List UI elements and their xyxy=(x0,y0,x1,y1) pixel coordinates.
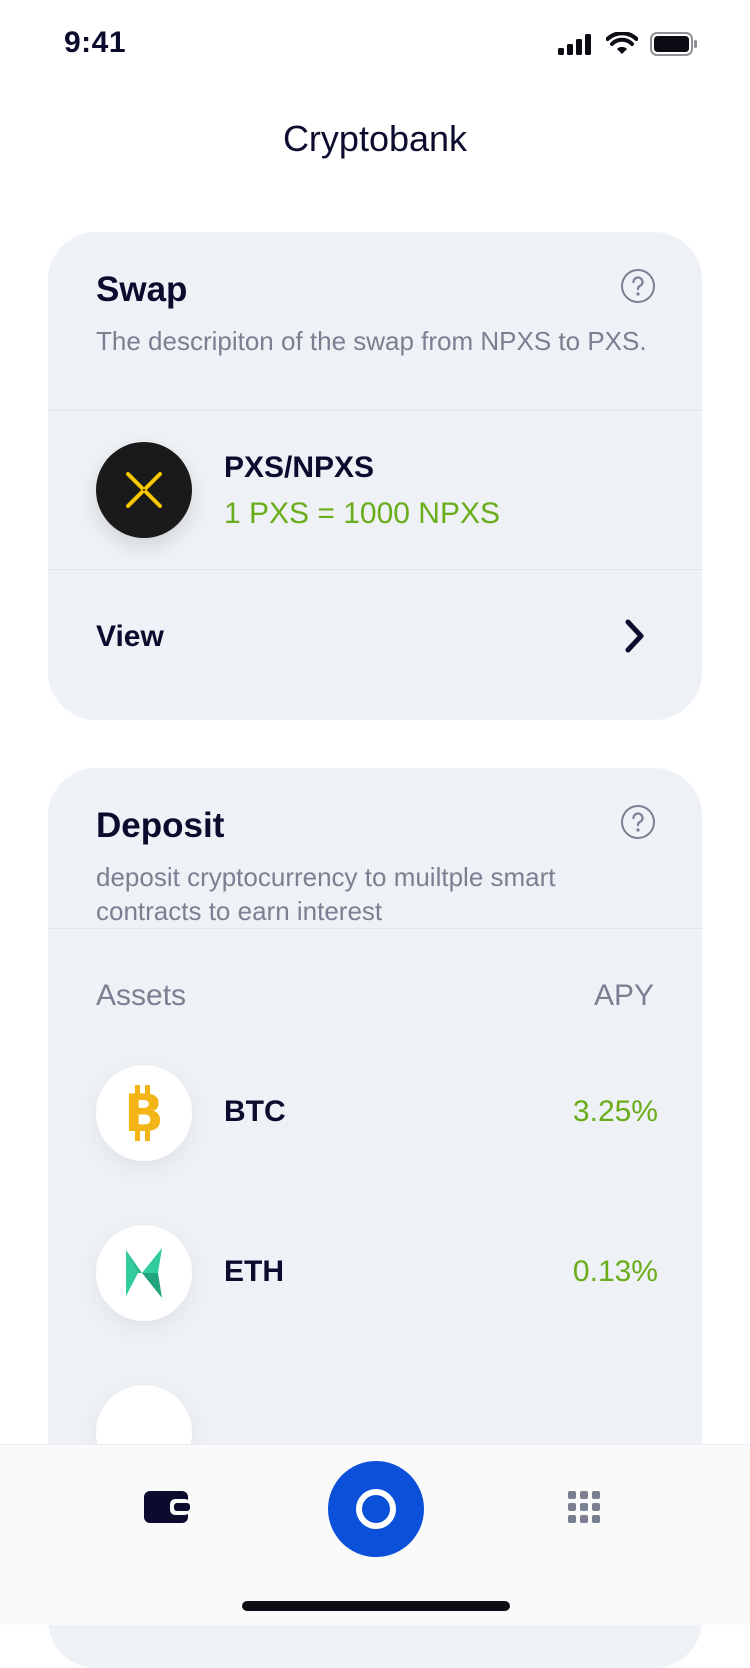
swap-pair-row[interactable]: PXS/NPXS 1 PXS = 1000 NPXS xyxy=(48,411,702,569)
deposit-card-header: Deposit deposit cryptocurrency to muiltp… xyxy=(48,768,702,926)
asset-row-btc[interactable]: B BTC 3.25% xyxy=(48,1065,702,1225)
battery-icon xyxy=(650,32,697,56)
chevron-right-icon xyxy=(625,619,644,653)
swap-card: Swap The descripiton of the swap from NP… xyxy=(48,232,702,720)
status-bar: 9:41 xyxy=(0,0,750,90)
bitcoin-icon: B xyxy=(96,1065,192,1161)
asset-apy: 0.13% xyxy=(572,1255,658,1288)
assets-table-header: Assets APY xyxy=(48,929,702,1065)
wifi-icon xyxy=(606,32,638,54)
status-icons xyxy=(558,32,698,56)
swap-title: Swap xyxy=(96,270,188,309)
asset-apy: 3.25% xyxy=(572,1095,658,1128)
asset-row-eth[interactable]: ETH 0.13% xyxy=(48,1225,702,1385)
svg-text:B: B xyxy=(124,1085,164,1141)
kyber-icon xyxy=(96,1225,192,1321)
home-indicator xyxy=(242,1601,510,1611)
tab-bar xyxy=(0,1444,750,1625)
swap-card-header: Swap The descripiton of the swap from NP… xyxy=(48,232,702,374)
page-title: Cryptobank xyxy=(282,118,468,159)
asset-name: BTC xyxy=(224,1095,286,1128)
asset-name: ETH xyxy=(224,1255,284,1288)
wallet-icon[interactable] xyxy=(144,1489,190,1525)
view-label: View xyxy=(96,620,164,653)
pxs-coin-icon xyxy=(96,442,192,538)
status-time: 9:41 xyxy=(64,26,127,59)
apps-grid-icon[interactable] xyxy=(568,1491,600,1523)
center-tab-button[interactable] xyxy=(328,1461,424,1557)
deposit-description: deposit cryptocurrency to muiltple smart… xyxy=(96,862,556,926)
view-swap-button[interactable]: View xyxy=(48,570,702,704)
apy-column-label: APY xyxy=(593,979,654,1012)
cellular-signal-icon xyxy=(558,34,591,55)
pair-name: PXS/NPXS xyxy=(224,451,375,484)
center-ring-icon xyxy=(356,1489,396,1529)
help-icon[interactable] xyxy=(620,804,656,840)
pair-rate: 1 PXS = 1000 NPXS xyxy=(224,497,501,530)
deposit-title: Deposit xyxy=(96,806,225,845)
swap-description: The descripiton of the swap from NPXS to… xyxy=(96,326,647,356)
assets-column-label: Assets xyxy=(96,979,187,1012)
help-icon[interactable] xyxy=(620,268,656,304)
